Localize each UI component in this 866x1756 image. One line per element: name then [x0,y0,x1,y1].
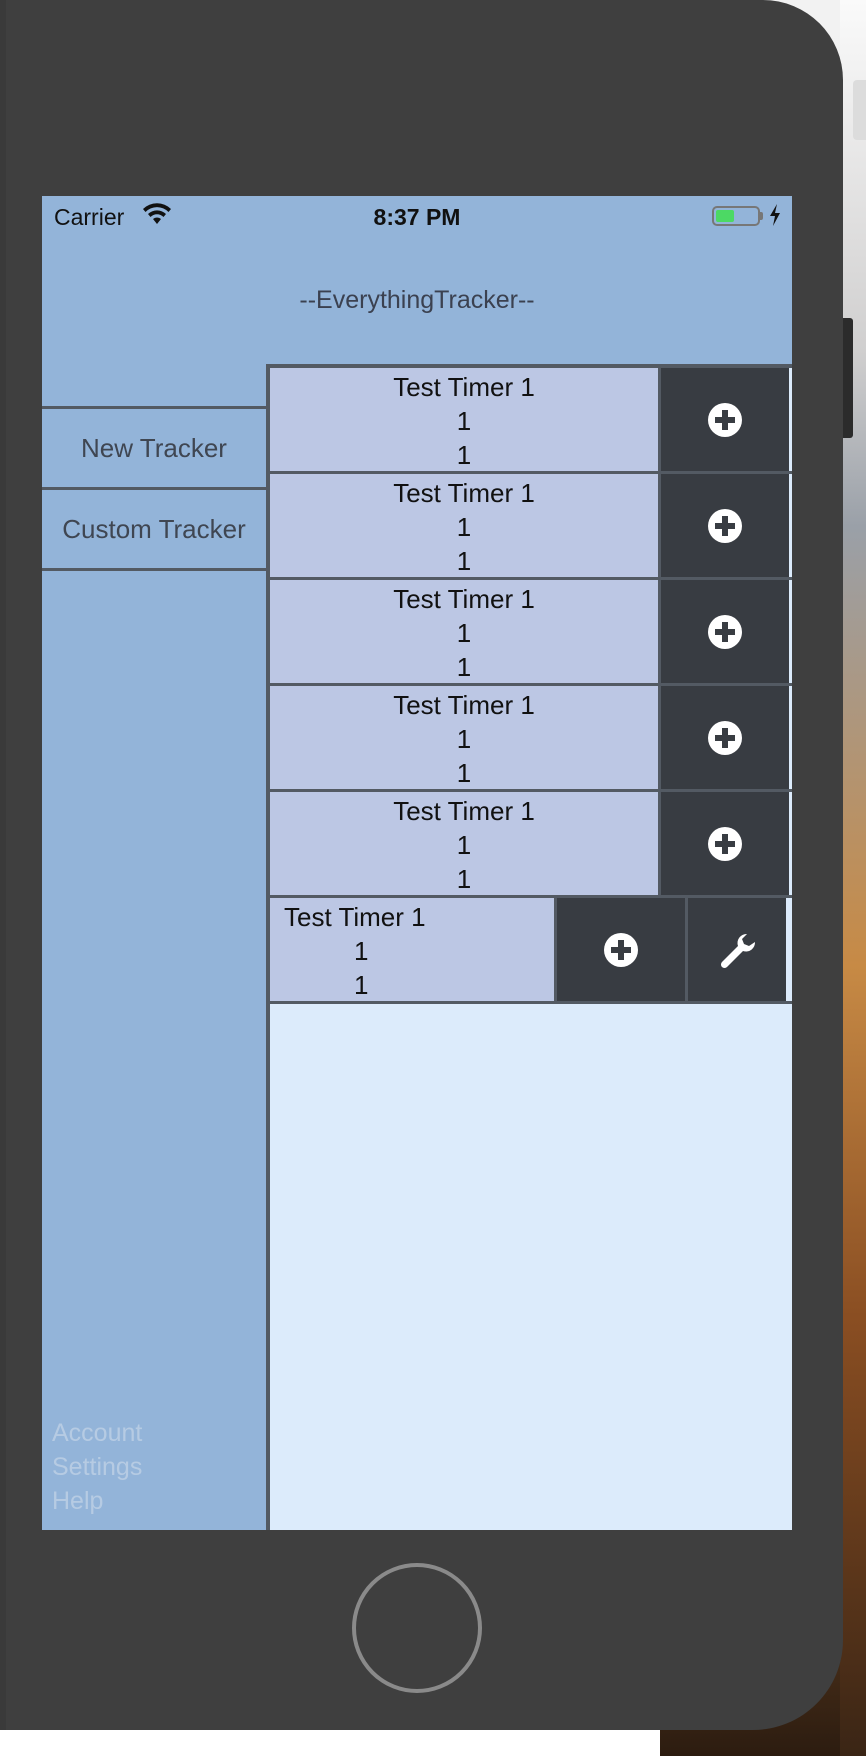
plus-icon [708,720,742,755]
status-bar: Carrier 8:37 PM [42,196,792,236]
edit-tracker-button[interactable] [685,898,786,1001]
home-button[interactable] [352,1563,482,1693]
new-tracker-button[interactable]: New Tracker [42,409,266,487]
tracker-value: 1 [456,546,472,576]
settings-link[interactable]: Settings [52,1450,142,1484]
custom-tracker-button[interactable]: Custom Tracker [42,490,266,568]
tracker-value: 1 [456,512,472,542]
increment-button[interactable] [554,898,685,1001]
increment-button[interactable] [658,474,789,577]
device-edge [0,0,6,1730]
tracker-row[interactable]: Test Timer 1 1 1 [270,580,792,686]
tracker-info[interactable]: Test Timer 1 1 1 [270,898,554,1001]
tracker-value: 1 [456,440,472,470]
app-screen: Carrier 8:37 PM --EverythingTracker-- Ne… [42,196,792,1530]
plus-icon [708,614,742,649]
plus-icon [708,508,742,543]
tracker-name: Test Timer 1 [284,902,426,932]
desktop-wallpaper [840,0,866,1756]
increment-button[interactable] [658,792,789,895]
battery-icon [712,206,760,226]
increment-button[interactable] [658,580,789,683]
tracker-row[interactable]: Test Timer 1 1 1 [270,474,792,580]
tracker-value: 1 [456,864,472,894]
charging-bolt-icon [770,204,780,226]
desktop-window-edge [853,80,866,140]
tracker-info[interactable]: Test Timer 1 1 1 [270,792,658,895]
account-link[interactable]: Account [52,1416,142,1450]
tracker-info[interactable]: Test Timer 1 1 1 [270,580,658,683]
status-time: 8:37 PM [373,204,461,230]
tracker-name: Test Timer 1 [393,478,535,508]
tracker-info[interactable]: Test Timer 1 1 1 [270,368,658,471]
app-title: --EverythingTracker-- [299,286,535,314]
plus-icon [708,826,742,861]
tracker-value: 1 [354,970,369,1000]
plus-icon [604,932,638,967]
tracker-info[interactable]: Test Timer 1 1 1 [270,474,658,577]
tracker-value: 1 [456,652,472,682]
tracker-value: 1 [456,758,472,788]
sidebar-footer-menu: Account Settings Help [52,1416,142,1518]
tracker-list-panel: Test Timer 1 1 1 Test Timer 1 1 1 Test Timer 1… [266,364,792,1530]
increment-button[interactable] [658,686,789,789]
tracker-row[interactable]: Test Timer 1 1 1 [270,898,792,1004]
tracker-info[interactable]: Test Timer 1 1 1 [270,686,658,789]
tracker-name: Test Timer 1 [393,584,535,614]
tracker-value: 1 [456,830,472,860]
tracker-name: Test Timer 1 [393,372,535,402]
increment-button[interactable] [658,368,789,471]
battery-level [716,210,734,222]
wrench-icon [720,933,756,968]
battery-tip [760,212,763,220]
device-side-button [843,318,853,438]
tracker-name: Test Timer 1 [393,690,535,720]
iphone-device-frame: Carrier 8:37 PM --EverythingTracker-- Ne… [0,0,843,1730]
sidebar-divider [42,568,266,571]
tracker-value: 1 [354,936,369,966]
tracker-row[interactable]: Test Timer 1 1 1 [270,686,792,792]
help-link[interactable]: Help [52,1484,142,1518]
tracker-row[interactable]: Test Timer 1 1 1 [270,792,792,898]
tracker-row[interactable]: Test Timer 1 1 1 [270,368,792,474]
tracker-value: 1 [456,724,472,754]
tracker-value: 1 [456,406,472,436]
tracker-name: Test Timer 1 [393,796,535,826]
tracker-value: 1 [456,618,472,648]
plus-icon [708,402,742,437]
